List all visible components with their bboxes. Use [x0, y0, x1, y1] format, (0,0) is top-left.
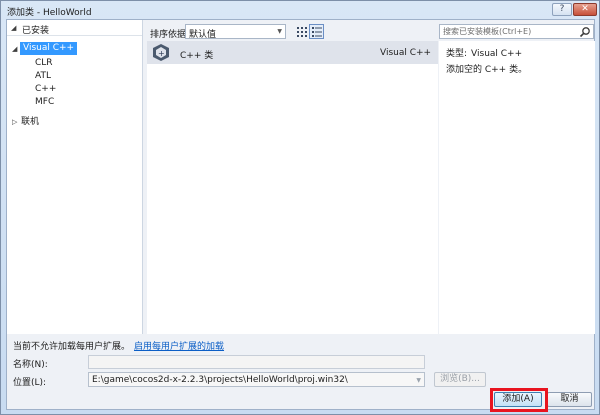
svg-text:+: + [158, 49, 165, 58]
type-value: Visual C++ [471, 49, 523, 59]
expand-arrow-icon[interactable]: ◢ [12, 45, 17, 53]
template-toolbar: 排序依据: 默认值 ▼ [148, 24, 438, 40]
tree-item-atl[interactable]: ATL [35, 70, 51, 83]
chevron-down-icon: ▼ [416, 377, 421, 384]
name-label: 名称(N): [13, 360, 48, 370]
type-line: 类型: Visual C++ [446, 46, 526, 59]
location-label: 位置(L): [13, 378, 47, 388]
extensions-status-text: 当前不允许加载每用户扩展。 [13, 342, 131, 352]
search-input[interactable] [440, 25, 576, 38]
help-button[interactable]: ? [552, 3, 572, 16]
type-label: 类型: [446, 49, 468, 59]
sort-label: 排序依据: [150, 30, 190, 40]
window-title: 添加类 - HelloWorld [7, 8, 92, 18]
title-bar[interactable]: 添加类 - HelloWorld ? ✕ [1, 1, 599, 19]
template-name: C++ 类 [180, 51, 214, 61]
name-field[interactable] [88, 355, 425, 369]
template-description: 添加空的 C++ 类。 [446, 65, 528, 75]
expand-arrow-icon[interactable]: ▷ [12, 118, 17, 126]
chevron-down-icon: ▼ [277, 28, 282, 35]
tree-item-online[interactable]: 联机 [21, 116, 39, 129]
tree-item-visual-cpp[interactable]: Visual C++ [20, 42, 78, 55]
tree-header-label: 已安装 [22, 26, 50, 36]
location-value: E:\game\cocos2d-x-2.2.3\projects\HelloWo… [92, 375, 348, 385]
extensions-status: 当前不允许加载每用户扩展。 启用每用户扩展的加载 [13, 339, 224, 352]
collapse-arrow-icon[interactable]: ◢ [11, 24, 16, 32]
list-view-icon [312, 27, 322, 37]
list-view-button[interactable] [309, 24, 324, 39]
sort-value: 默认值 [189, 30, 217, 40]
search-box[interactable] [439, 24, 594, 39]
browse-button[interactable]: 浏览(B)... [434, 372, 486, 387]
close-button[interactable]: ✕ [573, 3, 597, 16]
cpp-class-icon: + [153, 44, 169, 61]
template-language: Visual C++ [380, 48, 432, 58]
tree-item-cpp[interactable]: C++ [35, 83, 56, 96]
template-row-cpp-class[interactable]: + C++ 类 Visual C++ [147, 41, 438, 64]
search-icon[interactable] [579, 26, 591, 38]
template-tree: ◢ 已安装 ◢ Visual C++ CLR ATL C++ MFC ▷ 联机 [7, 20, 143, 334]
enable-extensions-link[interactable]: 启用每用户扩展的加载 [134, 342, 224, 352]
grid-view-icon [297, 27, 307, 37]
details-pane: 类型: Visual C++ 添加空的 C++ 类。 [439, 41, 595, 334]
tree-header-installed[interactable]: ◢ 已安装 [7, 20, 142, 36]
sort-dropdown[interactable]: 默认值 ▼ [185, 24, 286, 40]
small-icons-view-button[interactable] [294, 24, 309, 39]
cancel-button[interactable]: 取消 [547, 392, 592, 407]
add-class-dialog: 添加类 - HelloWorld ? ✕ ◢ 已安装 ◢ Visual C++ … [0, 0, 600, 415]
tree-item-mfc[interactable]: MFC [35, 96, 54, 109]
add-button-highlight [490, 388, 548, 412]
template-list: + C++ 类 Visual C++ [147, 41, 438, 334]
tree-item-clr[interactable]: CLR [35, 57, 53, 70]
location-field[interactable]: E:\game\cocos2d-x-2.2.3\projects\HelloWo… [88, 372, 425, 387]
dialog-client: ◢ 已安装 ◢ Visual C++ CLR ATL C++ MFC ▷ 联机 … [6, 19, 595, 412]
